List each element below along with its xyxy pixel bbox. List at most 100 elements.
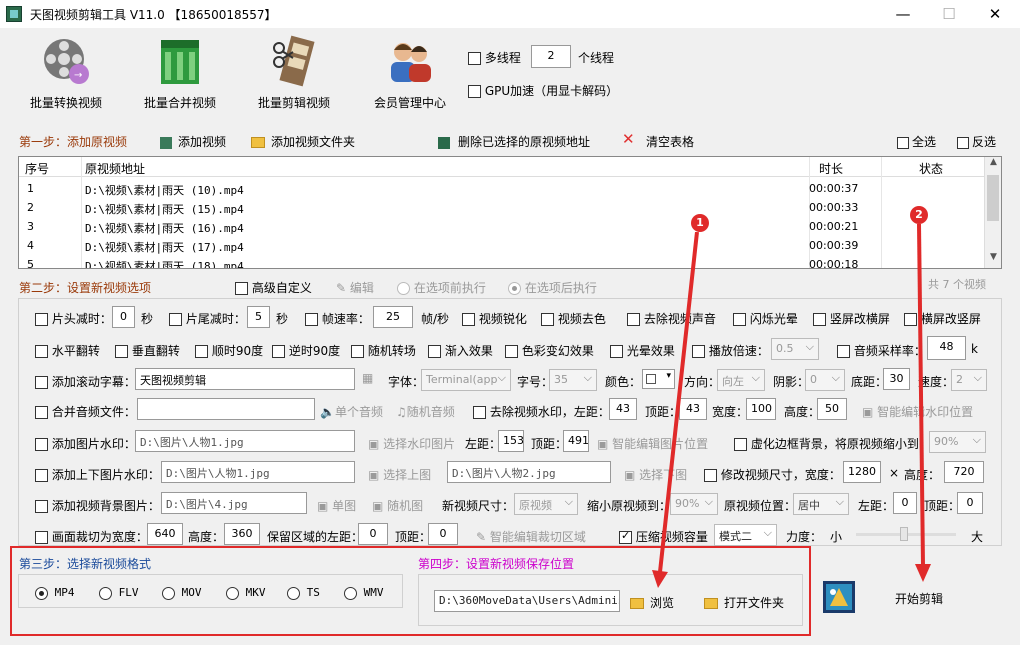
img-top-input[interactable]: 491 [563, 430, 589, 452]
bg-image-checkbox[interactable]: 添加视频背景图片： [35, 497, 160, 514]
image-watermark-checkbox[interactable]: 添加图片水印： [35, 435, 136, 452]
random-audio-button[interactable]: ♫随机音频 [396, 403, 455, 420]
bottom-image-path[interactable]: D:\图片\人物2.jpg [447, 461, 611, 483]
bg-left-label: 左距： [858, 499, 895, 513]
resize-checkbox[interactable]: 修改视频尺寸，宽度： [704, 466, 841, 483]
crop-checkbox[interactable]: 画面裁切为宽度： [35, 528, 148, 545]
choose-top-image-button[interactable]: ▣ 选择上图 [368, 466, 431, 483]
table-row[interactable]: 3 D:\视频\素材|雨天 (16).mp4 00:00:21 [19, 217, 984, 236]
clear-table-button[interactable]: 清空表格 [646, 133, 694, 150]
merge-audio-checkbox[interactable]: 合并音频文件： [35, 403, 136, 420]
edit-button[interactable]: ✎ 编辑 [336, 279, 374, 296]
scroll-subtitle-checkbox[interactable]: 添加滚动字幕： [35, 373, 136, 390]
annotation-arrow-1 [652, 232, 699, 588]
text-style-icon: ▦ [362, 371, 374, 385]
video-table[interactable]: 序号 原视频地址 时长 状态 1 D:\视频\素材|雨天 (10).mp4 00:0… [18, 156, 1002, 269]
table-row[interactable]: 5 D:\视频\素材|雨天 (18).mp4 00:00:18 [19, 255, 984, 268]
compress-mode-select[interactable]: 模式二 [714, 524, 777, 546]
scroll-down-icon[interactable]: ▼ [985, 252, 1001, 268]
merge-audio-input[interactable] [137, 398, 315, 420]
blur-bg-checkbox[interactable]: 虚化边框背景，将原视频缩小到 [734, 435, 919, 452]
fade-in-checkbox[interactable]: 渐入效果 [428, 342, 493, 359]
table-row[interactable]: 1 D:\视频\素材|雨天 (10).mp4 00:00:37 [19, 179, 984, 198]
scroll-subtitle-input[interactable]: 天图视频剪辑 [135, 368, 355, 390]
single-image-button[interactable]: ▣ 单图 [317, 497, 356, 514]
rot90ccw-checkbox[interactable]: 逆时90度 [272, 342, 340, 359]
tail-cut-checkbox[interactable]: 片尾减时： [169, 310, 246, 327]
fontsize-select[interactable]: 35 [549, 369, 597, 391]
wm-width-input[interactable]: 100 [746, 398, 776, 420]
film-delete-icon [438, 136, 450, 149]
folder-add-icon [251, 137, 265, 148]
thread-count-input[interactable]: 2 [531, 45, 571, 68]
flash-checkbox[interactable]: 闪烁光晕 [733, 310, 798, 327]
new-size-select[interactable]: 原视频 [514, 493, 578, 515]
film-reel-icon: → [39, 34, 93, 88]
shadow-select[interactable]: 0 [805, 369, 845, 391]
batch-convert-button[interactable]: → 批量转换视频 [16, 34, 116, 111]
advanced-custom-checkbox[interactable]: 高级自定义 [235, 279, 312, 296]
remove-watermark-checkbox[interactable]: 去除视频水印，左距： [473, 403, 610, 420]
sharpen-checkbox[interactable]: 视频锐化 [462, 310, 527, 327]
batch-convert-label: 批量转换视频 [29, 96, 102, 110]
close-button[interactable]: ✕ [972, 0, 1018, 28]
gpu-checkbox[interactable]: GPU加速（用显卡解码） [468, 82, 618, 99]
tail-cut-input[interactable]: 5 [247, 306, 270, 328]
table-row[interactable]: 2 D:\视频\素材|雨天 (15).mp4 00:00:33 [19, 198, 984, 217]
speed-select[interactable]: 0.5 [771, 338, 819, 360]
top-image-path[interactable]: D:\图片\人物1.jpg [161, 461, 355, 483]
keep-top-input[interactable]: 0 [428, 523, 458, 545]
table-scrollbar[interactable]: ▲ ▼ [984, 157, 1001, 268]
random-image-button[interactable]: ▣ 随机图 [372, 497, 423, 514]
exec-before-radio[interactable]: 在选项前执行 [397, 279, 486, 296]
smart-crop-button[interactable]: ✎ 智能编辑裁切区域 [476, 528, 586, 545]
choose-wm-image-button[interactable]: ▣ 选择水印图片 [368, 435, 455, 452]
exec-after-radio[interactable]: 在选项后执行 [508, 279, 597, 296]
scroll-up-icon[interactable]: ▲ [985, 157, 1001, 173]
table-row[interactable]: 4 D:\视频\素材|雨天 (17).mp4 00:00:39 [19, 236, 984, 255]
img-left-input[interactable]: 153 [498, 430, 524, 452]
multithread-checkbox[interactable]: 多线程 [468, 49, 521, 66]
image-watermark-path[interactable]: D:\图片\人物1.jpg [135, 430, 355, 452]
head-cut-input[interactable]: 0 [112, 306, 135, 328]
head-cut-checkbox[interactable]: 片头减时： [35, 310, 112, 327]
fps-checkbox[interactable]: 帧速率： [305, 310, 370, 327]
new-size-label: 新视频尺寸： [442, 499, 515, 513]
vflip-checkbox[interactable]: 垂直翻转 [115, 342, 180, 359]
maximize-button[interactable]: ☐ [926, 0, 972, 28]
orig-pos-select[interactable]: 居中 [793, 493, 849, 515]
single-audio-button[interactable]: 🔈单个音频 [320, 403, 383, 420]
bg-top-input[interactable]: 0 [957, 492, 983, 514]
add-folder-button[interactable]: 添加视频文件夹 [251, 133, 355, 150]
crop-width-input[interactable]: 640 [147, 523, 183, 545]
wm-left-input[interactable]: 43 [609, 398, 637, 420]
keep-left-input[interactable]: 0 [358, 523, 388, 545]
film-add-icon [160, 136, 172, 149]
random-transition-checkbox[interactable]: 随机转场 [351, 342, 416, 359]
batch-merge-button[interactable]: 批量合并视频 [130, 34, 230, 111]
rot90cw-checkbox[interactable]: 顺时90度 [195, 342, 263, 359]
hflip-checkbox[interactable]: 水平翻转 [35, 342, 100, 359]
top-bottom-watermark-checkbox[interactable]: 添加上下图片水印： [35, 466, 160, 483]
font-select[interactable]: Terminal(app [421, 369, 511, 391]
resize-width-input[interactable]: 1280 [843, 461, 881, 483]
scroll-thumb[interactable] [987, 175, 999, 221]
batch-clip-button[interactable]: 批量剪辑视频 [244, 34, 344, 111]
invert-select-button[interactable]: 反选 [957, 133, 996, 150]
minimize-button[interactable]: — [880, 0, 926, 28]
decolor-checkbox[interactable]: 视频去色 [541, 310, 606, 327]
start-edit-button[interactable]: 开始剪辑 [895, 590, 943, 607]
wm-height-input[interactable]: 50 [817, 398, 847, 420]
resize-height-input[interactable]: 720 [944, 461, 984, 483]
bg-image-path[interactable]: D:\图片\4.jpg [161, 492, 307, 514]
direction-select[interactable]: 向左 [717, 369, 765, 391]
delete-selected-button[interactable]: 删除已选择的原视频地址 [438, 133, 590, 150]
add-video-button[interactable]: 添加视频 [160, 133, 226, 150]
fps-input[interactable]: 25 [373, 306, 413, 328]
color-shift-checkbox[interactable]: 色彩变幻效果 [505, 342, 594, 359]
member-center-button[interactable]: 会员管理中心 [360, 34, 460, 111]
speed2-select[interactable]: 2 [951, 369, 987, 391]
crop-height-input[interactable]: 360 [224, 523, 260, 545]
select-all-button[interactable]: 全选 [897, 133, 936, 150]
v2h-checkbox[interactable]: 竖屏改横屏 [813, 310, 890, 327]
